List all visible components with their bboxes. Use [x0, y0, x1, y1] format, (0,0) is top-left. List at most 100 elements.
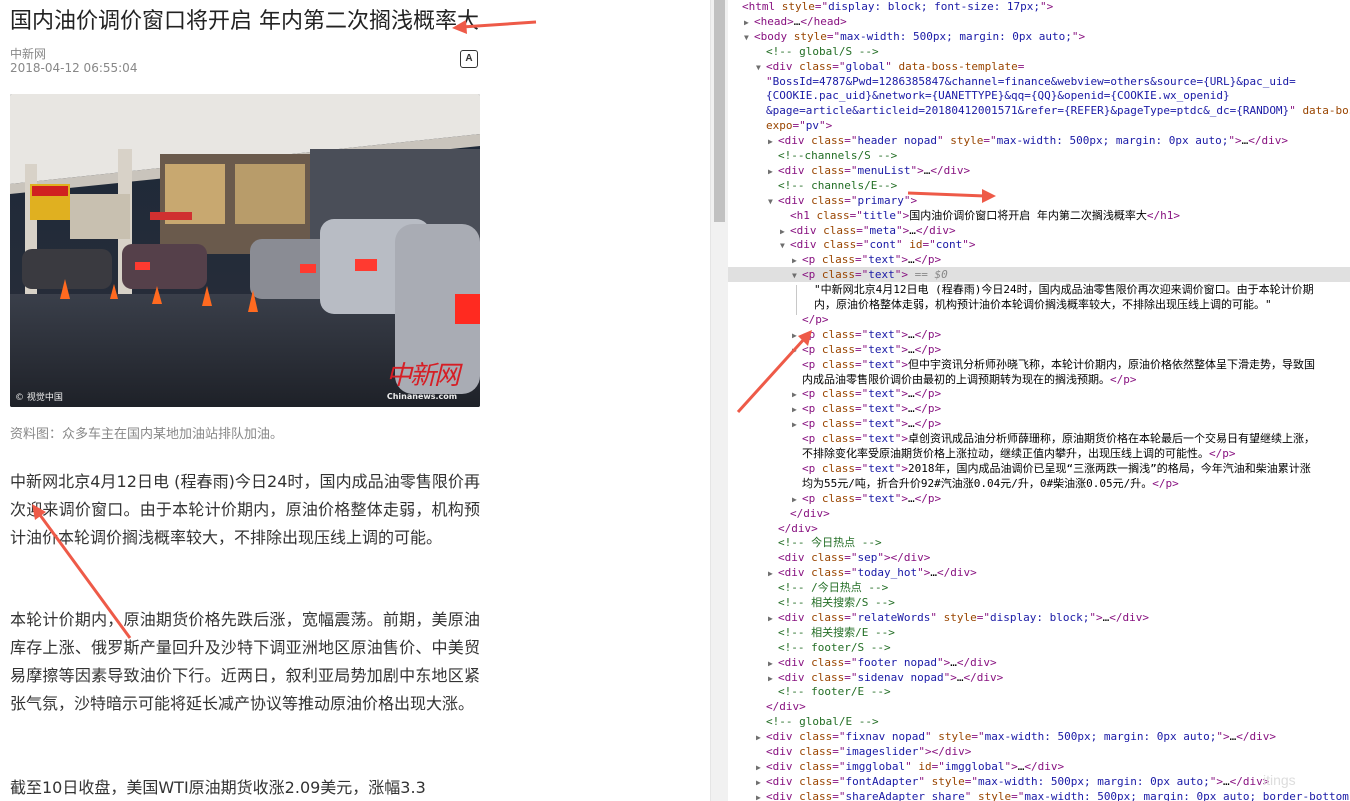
devtools-selected-node[interactable]: ▼ <p class="text"> == $0 — [728, 267, 1350, 283]
devtools-token-av: text — [868, 342, 895, 356]
devtools-token-tag: =" — [922, 238, 936, 252]
expand-triangle-icon[interactable]: ▶ — [744, 15, 754, 30]
devtools-token-tag: </p> — [914, 387, 942, 401]
devtools-token-av: global — [845, 59, 886, 73]
devtools-token-tag: =" — [792, 119, 806, 133]
devtools-token-tag: =" — [971, 730, 985, 744]
expand-triangle-icon[interactable]: ▶ — [756, 775, 766, 790]
devtools-token-tag: <div — [766, 730, 800, 744]
devtools-token-tag: =" — [844, 551, 858, 565]
scrollbar-thumb[interactable] — [714, 0, 725, 222]
devtools-token-tag: </p> — [914, 491, 942, 505]
devtools-token-tag: "> — [917, 566, 931, 580]
devtools-token-av: text — [868, 417, 895, 431]
devtools-token-an: class — [821, 342, 855, 356]
collapse-triangle-icon[interactable]: ▼ — [792, 268, 802, 283]
devtools-token-tag: =" — [844, 610, 858, 624]
devtools-token-tag: "></div> — [877, 551, 931, 565]
collapse-triangle-icon[interactable]: ▼ — [756, 60, 766, 75]
devtools-token-av: max-width: 500px; margin: 0px auto; — [977, 774, 1210, 788]
devtools-token-tag: <div — [778, 551, 812, 565]
devtools-token-tag: "> — [1209, 774, 1224, 788]
devtools-token-tag: "> — [894, 268, 908, 282]
devtools-token-tag: </div> — [1236, 730, 1277, 744]
devtools-token-tag: </div> — [1109, 610, 1149, 624]
devtools-token-tag: <p — [802, 342, 822, 356]
expand-triangle-icon[interactable]: ▶ — [768, 671, 778, 686]
expand-triangle-icon[interactable]: ▶ — [792, 402, 802, 417]
devtools-token-tag: </div> — [1248, 134, 1289, 148]
devtools-token-an: class — [799, 789, 833, 801]
devtools-token-av: imgglobal — [845, 759, 906, 773]
devtools-token-tag: "></div> — [918, 745, 972, 758]
devtools-token-tag: <div — [778, 193, 812, 207]
devtools-token-tag: =" — [855, 461, 869, 475]
expand-triangle-icon[interactable]: ▶ — [792, 492, 802, 507]
devtools-token-tag: =" — [855, 342, 869, 356]
expand-triangle-icon[interactable]: ▶ — [768, 164, 778, 179]
devtools-token-tag: <div — [778, 163, 812, 177]
devtools-token-tag: =" — [849, 208, 863, 222]
devtools-token-tag: =" — [832, 759, 846, 773]
devtools-token-tx: 但中宇资讯分析师孙晓飞称，本轮计价期内，原油价格依然整体呈下滑走势，导致国 — [908, 357, 1315, 371]
devtools-token-tag: " — [896, 238, 910, 252]
expand-triangle-icon[interactable]: ▶ — [756, 760, 766, 775]
devtools-token-tag: "> — [903, 193, 918, 207]
devtools-token-tag: </p> — [914, 342, 942, 356]
devtools-elements-panel: ••• <html style="display: block; font-si… — [728, 0, 1350, 801]
devtools-token-tag: =" — [832, 730, 846, 744]
expand-triangle-icon[interactable]: ▶ — [792, 387, 802, 402]
devtools-token-tag: =" — [844, 193, 858, 207]
devtools-token-av: meta — [869, 223, 897, 237]
devtools-token-an: style — [950, 134, 984, 148]
expand-triangle-icon[interactable]: ▶ — [768, 656, 778, 671]
expand-triangle-icon[interactable]: ▶ — [756, 790, 766, 801]
devtools-token-tx: … — [1223, 774, 1230, 788]
collapse-triangle-icon[interactable]: ▼ — [744, 30, 754, 45]
devtools-token-tag: "> — [1071, 29, 1086, 43]
devtools-token-tx: 不排除变化率受原油期货价格上涨拉动，继续正值内攀升，出现压线上调的可能性。 — [802, 447, 1209, 460]
devtools-token-an: class — [821, 253, 855, 267]
devtools-token-an: style — [943, 610, 977, 624]
expand-triangle-icon[interactable]: ▶ — [768, 566, 778, 581]
devtools-token-av: text — [868, 461, 895, 475]
expand-triangle-icon[interactable]: ▶ — [780, 224, 790, 239]
devtools-token-cm: <!-- footer/S --> — [778, 640, 891, 654]
devtools-token-tx: "中新网北京4月12日电 (程春雨)今日24时，国内成品油零售限价再次迎来调价窗… — [814, 283, 1314, 297]
devtools-token-an: data-boss-template — [898, 59, 1018, 73]
devtools-token-av: shareAdapter share — [845, 789, 965, 801]
devtools-token-tag: <div — [778, 670, 812, 684]
devtools-token-tag: <p — [802, 253, 822, 267]
devtools-token-tag: =" — [844, 566, 858, 580]
photo-caption: 资料图：众多车主在国内某地加油站排队加油。 — [10, 427, 284, 442]
watermark: itings — [1263, 772, 1296, 788]
devtools-token-tag: "> — [894, 417, 908, 431]
devtools-token-tag: <div — [790, 238, 824, 252]
devtools-token-tag: " — [918, 774, 932, 788]
article-source: 中新网 — [10, 47, 47, 61]
expand-triangle-icon[interactable]: ▶ — [768, 611, 778, 626]
article-scrollbar[interactable] — [710, 0, 728, 801]
expand-triangle-icon[interactable]: ▶ — [792, 417, 802, 432]
expand-triangle-icon[interactable]: ▶ — [792, 343, 802, 358]
expand-triangle-icon[interactable]: ▶ — [792, 253, 802, 268]
expand-triangle-icon[interactable]: ▶ — [792, 328, 802, 343]
devtools-token-av: text — [868, 327, 895, 341]
devtools-token-tag: <div — [778, 566, 812, 580]
logo-text: 中新网 — [385, 361, 460, 391]
collapse-triangle-icon[interactable]: ▼ — [780, 238, 790, 253]
devtools-token-tag: <div — [766, 59, 800, 73]
devtools-token-tag: </h1> — [1146, 208, 1180, 222]
devtools-token-av: cont — [935, 238, 963, 252]
expand-triangle-icon[interactable]: ▶ — [768, 134, 778, 149]
devtools-token-an: style — [977, 789, 1012, 801]
devtools-token-tag: "> — [894, 432, 908, 446]
devtools-token-tag: "> — [896, 208, 910, 222]
article-datetime: 2018-04-12 06:55:04 — [10, 61, 138, 75]
devtools-token-av: text — [868, 268, 895, 282]
expand-triangle-icon[interactable]: ▶ — [756, 730, 766, 745]
collapse-triangle-icon[interactable]: ▼ — [768, 194, 778, 209]
font-size-button[interactable]: A — [460, 50, 478, 68]
devtools-token-av: display: block; font-size: 17px; — [828, 0, 1041, 13]
devtools-token-an: style — [781, 0, 815, 13]
